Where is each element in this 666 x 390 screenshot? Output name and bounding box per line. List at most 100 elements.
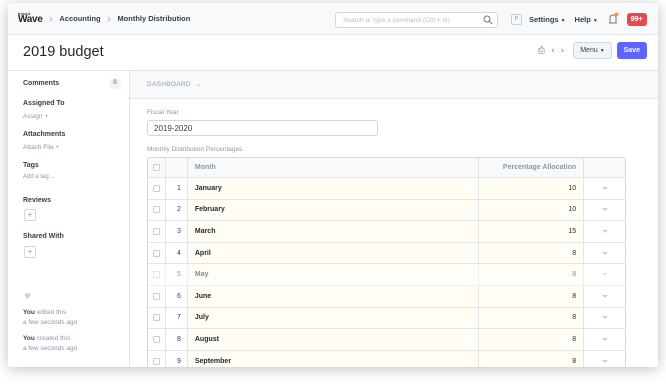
checkbox-box (152, 164, 160, 171)
percentage-cell[interactable]: 15 (478, 221, 585, 242)
add-share-button[interactable]: + (24, 246, 36, 258)
table-row[interactable]: 1 January 10 (148, 178, 625, 200)
print-icon[interactable]: ⎙ (538, 46, 545, 56)
row-edit-toggle[interactable] (584, 200, 625, 221)
search-input[interactable]: Search or type a command (Ctrl + G) (335, 12, 498, 28)
caret-down-icon: ▼ (592, 17, 598, 24)
activity-user[interactable]: You (23, 309, 35, 316)
percentage-cell[interactable]: 8 (478, 350, 585, 367)
row-edit-toggle[interactable] (584, 221, 625, 242)
caret-down-icon (601, 251, 608, 255)
breadcrumb-accounting[interactable]: Accounting (59, 14, 100, 23)
percentage-cell[interactable]: 10 (478, 178, 585, 199)
user-avatar[interactable]: P (511, 13, 522, 25)
actions-header (584, 158, 625, 177)
caret-down-icon (601, 337, 608, 341)
brand-logo-main: Wave (18, 14, 43, 25)
checkbox-box (152, 335, 160, 343)
table-row[interactable]: 6 June 8 (148, 285, 625, 308)
row-edit-toggle[interactable] (584, 264, 625, 285)
add-review-button[interactable]: + (24, 209, 36, 221)
month-cell[interactable]: April (187, 242, 479, 264)
form-main: DASHBOARD ⌄ Fiscal Year 2019-2020 Monthl… (130, 71, 658, 367)
page-head: 2019 budget ⎙ ‹ › Menu ▼ Save (8, 35, 658, 71)
month-cell[interactable]: January (187, 178, 479, 199)
comments-count: 0 (109, 78, 121, 89)
help-menu[interactable]: Help ▼ (575, 15, 598, 24)
activity-action: edited this (34, 309, 67, 316)
activity-action: created this (34, 335, 71, 342)
month-cell[interactable]: July (187, 307, 479, 329)
month-cell[interactable]: September (187, 350, 479, 367)
month-cell[interactable]: May (187, 264, 479, 285)
checkbox-box (152, 249, 160, 257)
month-cell[interactable]: February (187, 199, 479, 221)
distribution-table: Month Percentage Allocation 1 January 10 2 F… (147, 157, 626, 367)
like-heart-icon[interactable]: ♥ (24, 292, 31, 301)
month-cell[interactable]: June (187, 285, 479, 307)
brand-logo[interactable]: brand Wave (18, 12, 43, 25)
comments-label[interactable]: Comments (23, 80, 59, 87)
percentage-cell[interactable]: 10 (478, 199, 585, 221)
reviews-label: Reviews (23, 197, 52, 204)
row-edit-toggle[interactable] (584, 286, 625, 307)
percentage-cell[interactable]: 8 (478, 285, 585, 307)
month-cell[interactable]: March (187, 221, 479, 242)
settings-label: Settings (529, 14, 559, 24)
select-all-checkbox[interactable] (148, 158, 166, 177)
notification-icon[interactable] (607, 12, 619, 26)
percentage-cell[interactable]: 8 (478, 242, 585, 264)
add-tag-link[interactable]: Add a tag ... (23, 174, 55, 180)
table-row[interactable]: 9 September 8 (148, 350, 625, 367)
row-checkbox[interactable] (148, 350, 166, 367)
row-checkbox[interactable] (148, 221, 166, 242)
notification-badge[interactable]: 99+ (626, 12, 647, 26)
percentage-cell[interactable]: 8 (478, 307, 585, 329)
table-row[interactable]: 5 May 8 (148, 264, 625, 286)
page-title: 2019 budget (23, 44, 104, 60)
percentage-cell[interactable]: 8 (478, 264, 585, 285)
row-checkbox[interactable] (148, 242, 166, 264)
table-row[interactable]: 8 August 8 (148, 329, 625, 351)
row-index: 5 (166, 264, 188, 285)
attach-file-link[interactable]: Attach File + (23, 144, 59, 151)
percentage-cell[interactable]: 8 (478, 329, 585, 350)
caret-down-icon (601, 359, 608, 363)
row-checkbox[interactable] (148, 285, 166, 307)
row-checkbox[interactable] (148, 307, 166, 329)
table-row[interactable]: 4 April 8 (148, 242, 625, 265)
settings-menu[interactable]: Settings ▼ (529, 15, 566, 24)
table-row[interactable]: 3 March 15 (148, 221, 625, 243)
assigned-to-label: Assigned To (23, 100, 65, 107)
help-label: Help (574, 14, 591, 24)
activity-time: a few seconds ago (23, 345, 78, 352)
prev-record-icon[interactable]: ‹ (551, 46, 555, 56)
row-checkbox[interactable] (148, 178, 166, 199)
assign-link[interactable]: Assign + (23, 113, 48, 120)
dashboard-bar[interactable]: DASHBOARD ⌄ (130, 71, 658, 99)
caret-down-icon (601, 186, 608, 190)
checkbox-box (152, 271, 160, 279)
row-checkbox[interactable] (148, 264, 166, 285)
row-edit-toggle[interactable] (584, 329, 625, 350)
table-row[interactable]: 2 February 10 (148, 199, 625, 222)
row-index: 2 (166, 199, 188, 221)
row-checkbox[interactable] (148, 329, 166, 350)
attachments-label: Attachments (23, 131, 66, 138)
row-checkbox[interactable] (148, 199, 166, 221)
breadcrumb-monthly-distribution[interactable]: Monthly Distribution (117, 14, 190, 23)
table-row[interactable]: 7 July 8 (148, 307, 625, 330)
row-edit-toggle[interactable] (584, 351, 625, 367)
dashboard-toggle[interactable]: DASHBOARD ⌄ (147, 81, 201, 88)
activity-user[interactable]: You (23, 335, 35, 342)
save-button[interactable]: Save (616, 42, 647, 59)
month-cell[interactable]: August (187, 329, 479, 350)
row-edit-toggle[interactable] (584, 243, 625, 264)
next-record-icon[interactable]: › (561, 46, 565, 56)
row-edit-toggle[interactable] (584, 178, 625, 199)
menu-button[interactable]: Menu ▼ (573, 42, 612, 59)
shared-with-label: Shared With (23, 233, 64, 240)
row-edit-toggle[interactable] (584, 308, 625, 329)
fiscal-year-field[interactable]: 2019-2020 (147, 120, 378, 136)
checkbox-box (152, 292, 160, 300)
